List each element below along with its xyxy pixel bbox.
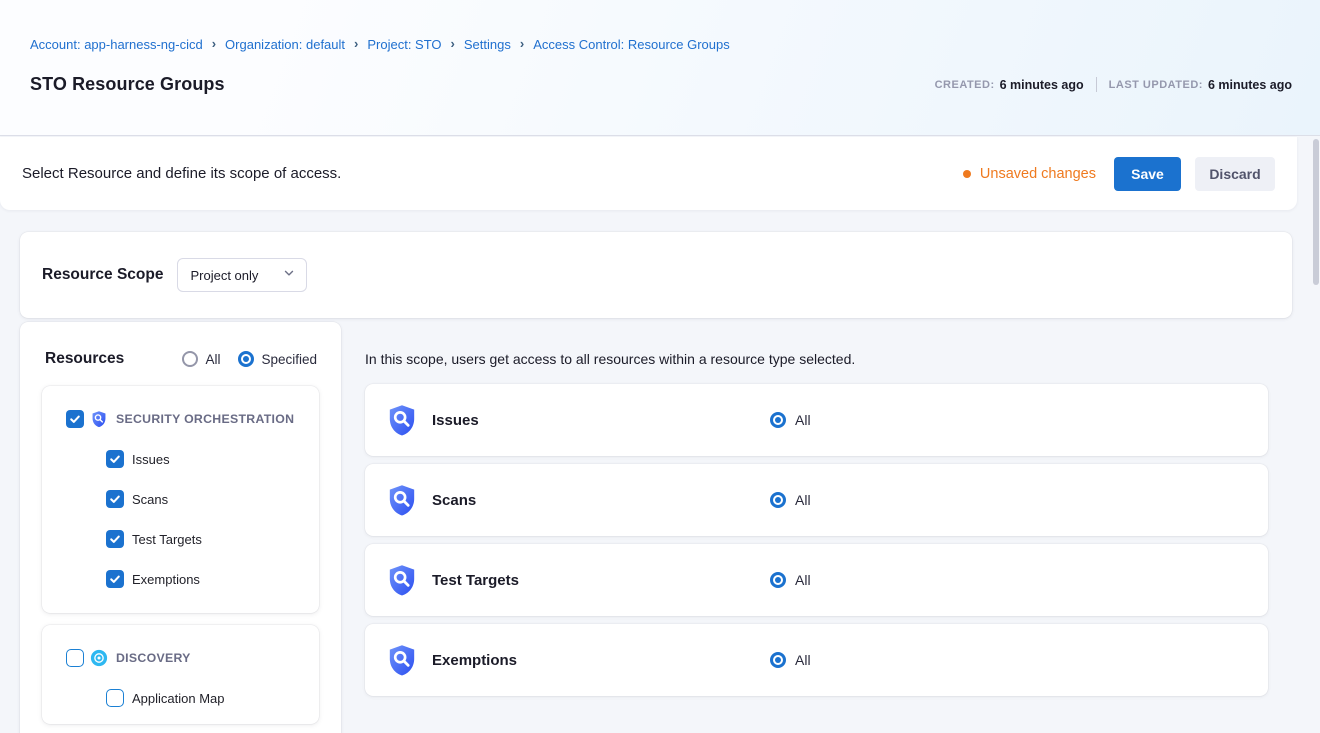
checkbox-checked[interactable] [106,570,124,588]
resource-rows: IssuesAllScansAllTest TargetsAllExemptio… [365,384,1268,704]
resource-type-item[interactable]: Application Map [42,678,319,718]
resource-type-item[interactable]: Scans [42,479,319,519]
page-header: Account: app-harness-ng-cicd › Organizatio… [0,0,1320,136]
resources-title: Resources [45,350,124,368]
resource-row: Test Targets All [365,544,1268,616]
resource-group-header[interactable]: DISCOVERY [42,638,319,678]
checkbox-checked[interactable] [106,450,124,468]
resource-row: Issues All [365,384,1268,456]
discovery-icon [90,649,108,667]
checkbox-unchecked[interactable] [66,649,84,667]
radio-option-specified[interactable]: Specified [238,351,317,367]
resource-row-label: Issues [432,412,479,429]
radio-option-all[interactable]: All [770,412,811,428]
sto-shield-icon [90,410,108,428]
resource-group-card: SECURITY ORCHESTRATION Issues Scans Test Ta… [42,386,319,613]
created-label: CREATED: [935,79,995,91]
radio-selected-icon[interactable] [238,351,254,367]
checkbox-checked[interactable] [106,530,124,548]
access-all-label: All [795,572,811,588]
resource-row-label: Exemptions [432,652,517,669]
resource-type-label: Test Targets [132,532,202,547]
resource-type-label: Application Map [132,691,225,706]
radio-option-all[interactable]: All [770,572,811,588]
resource-group-name: DISCOVERY [116,651,191,665]
sto-shield-icon [385,563,419,597]
toolbar: Select Resource and define its scope of … [0,137,1297,210]
radio-selected-icon[interactable] [770,492,786,508]
scope-description: In this scope, users get access to all r… [365,351,855,367]
resource-scope-card: Resource Scope Project only [20,232,1292,318]
breadcrumb-link[interactable]: Account: app-harness-ng-cicd [30,37,203,52]
radio-unselected-icon[interactable] [182,351,198,367]
toolbar-description: Select Resource and define its scope of … [22,165,341,182]
breadcrumb-link[interactable]: Settings [464,37,511,52]
sto-shield-icon [385,643,419,677]
breadcrumb-link[interactable]: Organization: default [225,37,345,52]
access-all-label: All [795,492,811,508]
resource-type-item[interactable]: Test Targets [42,519,319,559]
resources-mode-radios: All Specified [182,351,317,367]
chevron-down-icon [282,266,296,285]
last-updated-value: 6 minutes ago [1208,78,1292,92]
radio-selected-icon[interactable] [770,412,786,428]
breadcrumb-link[interactable]: Access Control: Resource Groups [533,37,730,52]
resource-group-name: SECURITY ORCHESTRATION [116,412,294,426]
last-updated-label: LAST UPDATED: [1109,79,1203,91]
resource-row: Exemptions All [365,624,1268,696]
resource-row-label: Scans [432,492,476,509]
save-button[interactable]: Save [1114,157,1181,191]
resource-row-label: Test Targets [432,572,519,589]
breadcrumb-separator-icon: › [451,36,455,51]
created-value: 6 minutes ago [1000,78,1084,92]
resource-scope-selected-value: Project only [190,268,282,283]
resource-type-label: Exemptions [132,572,200,587]
sto-shield-icon [385,483,419,517]
breadcrumb: Account: app-harness-ng-cicd › Organizatio… [30,37,730,52]
checkbox-checked[interactable] [66,410,84,428]
resource-type-item[interactable]: Issues [42,439,319,479]
resource-type-label: Scans [132,492,168,507]
radio-selected-icon[interactable] [770,652,786,668]
checkbox-unchecked[interactable] [106,689,124,707]
breadcrumb-link[interactable]: Project: STO [367,37,441,52]
meta-divider [1096,77,1097,92]
page-title: STO Resource Groups [30,74,225,95]
resource-type-label: Issues [132,452,170,467]
resource-row: Scans All [365,464,1268,536]
resource-scope-select[interactable]: Project only [177,258,307,292]
unsaved-changes-dot-icon [963,170,971,178]
checkbox-checked[interactable] [106,490,124,508]
sto-shield-icon [385,403,419,437]
toolbar-actions: Unsaved changes Save Discard [963,157,1275,191]
access-all-label: All [795,652,811,668]
resource-scope-label: Resource Scope [42,266,163,284]
breadcrumb-separator-icon: › [520,36,524,51]
unsaved-changes-label: Unsaved changes [980,166,1096,182]
vertical-scrollbar[interactable] [1313,139,1319,285]
resources-panel-header: Resources All Specified [20,322,341,368]
radio-option-all[interactable]: All [182,351,220,367]
breadcrumb-separator-icon: › [212,36,216,51]
radio-option-all[interactable]: All [770,492,811,508]
title-row: STO Resource Groups CREATED: 6 minutes a… [30,74,1292,95]
breadcrumb-separator-icon: › [354,36,358,51]
radio-option-all[interactable]: All [770,652,811,668]
header-meta: CREATED: 6 minutes ago LAST UPDATED: 6 m… [935,77,1292,92]
resource-type-item[interactable]: Exemptions [42,559,319,599]
resource-groups: SECURITY ORCHESTRATION Issues Scans Test Ta… [20,386,341,724]
radio-selected-icon[interactable] [770,572,786,588]
discard-button[interactable]: Discard [1195,157,1275,191]
resources-panel: Resources All Specified SECURITY ORCHEST… [20,322,341,733]
access-all-label: All [795,412,811,428]
resource-group-header[interactable]: SECURITY ORCHESTRATION [42,399,319,439]
resource-group-card: DISCOVERY Application Map [42,625,319,724]
